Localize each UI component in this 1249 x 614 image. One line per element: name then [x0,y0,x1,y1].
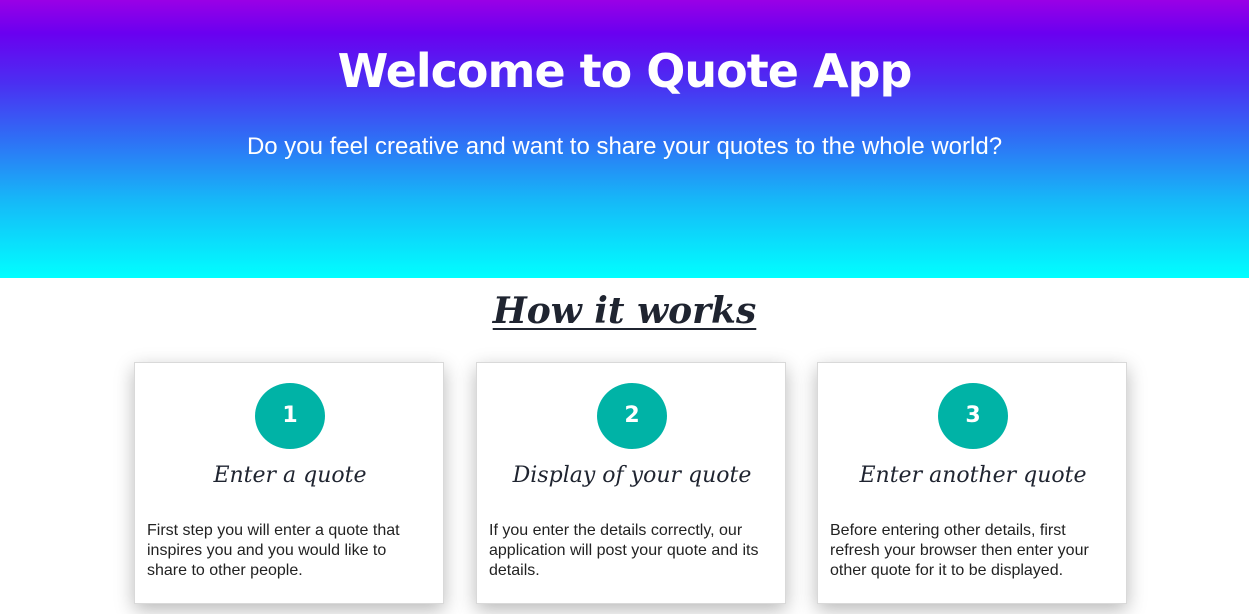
step-card-1: 1 Enter a quote First step you will ente… [134,362,444,604]
step-card-2: 2 Display of your quote If you enter the… [476,362,786,604]
how-it-works-title-text: How it works [492,290,757,332]
step-card-3: 3 Enter another quote Before entering ot… [817,362,1127,604]
hero-banner: Welcome to Quote App Do you feel creativ… [0,0,1249,278]
hero-subtitle: Do you feel creative and want to share y… [246,133,1003,160]
how-it-works-title: How it works [0,290,1249,332]
hero-title: Welcome to Quote App [337,44,913,98]
step-title: Enter a quote [213,463,367,488]
step-description: If you enter the details correctly, our … [489,522,759,579]
step-title: Enter another quote [859,463,1087,488]
step-description: Before entering other details, first ref… [830,522,1089,579]
step-description: First step you will enter a quote that i… [147,522,400,579]
step-title: Display of your quote [512,463,752,488]
step-number-badge: 3 [938,383,1008,449]
step-number-badge: 1 [255,383,325,449]
step-number-badge: 2 [597,383,667,449]
